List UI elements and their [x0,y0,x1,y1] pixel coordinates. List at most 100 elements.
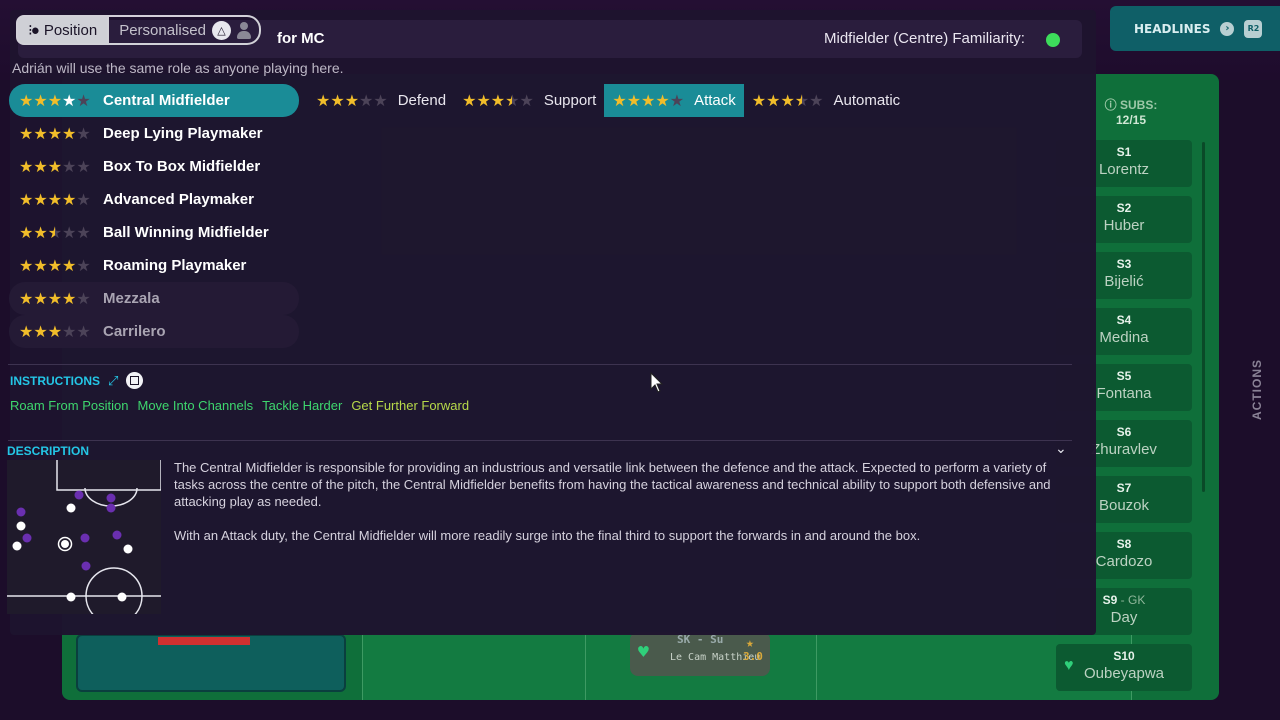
star-full-icon: ★ [344,92,360,110]
subs-header: ⓘ SUBS: 12/15 [1096,96,1166,127]
star-potential-icon: ★ [62,92,77,110]
star-full-icon: ★ [62,125,77,143]
star-full-icon: ★ [62,257,77,275]
headlines-label: HEADLINES [1134,21,1211,36]
condition-bar [158,637,250,645]
mouse-cursor-icon [650,372,664,393]
star-full-icon: ★ [33,290,48,308]
duty-rating: ★★★★★ [316,91,388,111]
star-empty-icon: ★ [76,323,91,341]
role-name: Mezzala [103,290,160,307]
role-name: Roaming Playmaker [103,257,247,274]
role-item[interactable]: ★★★★★ Central Midfielder [9,84,299,117]
tab-position[interactable]: ⁝● Position [16,15,110,45]
player-chip-rating: 3.0 [743,650,763,663]
role-movement-diagram [7,460,161,614]
duty-option[interactable]: ★★★★★ Support [454,84,604,117]
star-full-icon: ★ [462,92,477,110]
actions-label[interactable]: ACTIONS [1250,359,1264,420]
star-full-icon: ★ [62,191,77,209]
role-item[interactable]: ★★★★★ Roaming Playmaker [9,249,299,282]
heart-icon: ♥ [638,642,649,663]
star-full-icon: ★ [33,158,48,176]
duty-label: Automatic [833,92,901,109]
star-full-icon: ★ [476,92,491,110]
role-subtitle: Adrián will use the same role as anyone … [12,60,344,76]
star-empty-icon: ★ [373,92,388,110]
triangle-button-icon: △ [211,20,231,40]
star-empty-icon: ★ [809,92,824,110]
duty-label: Defend [397,92,447,109]
role-name: Advanced Playmaker [103,191,254,208]
role-item[interactable]: ★★★★★ Box To Box Midfielder [9,150,299,183]
familiarity-label: Midfielder (Centre) Familiarity: [824,30,1025,47]
role-item[interactable]: ★★★★★ Carrilero [9,315,299,348]
subs-label: ⓘ SUBS: [1104,98,1158,112]
role-name: Ball Winning Midfielder [103,224,269,241]
subs-scrollbar[interactable] [1202,142,1205,492]
tab-personalised-label: Personalised [119,21,206,39]
role-name: Central Midfielder [103,92,230,109]
star-full-icon: ★ [612,92,627,110]
headlines-button[interactable]: HEADLINES › R2 [1110,6,1280,51]
role-rating: ★★★★★ [19,91,103,111]
duty-option[interactable]: ★★★★★ Automatic [744,84,908,117]
star-full-icon: ★ [626,92,642,110]
role-rating: ★★★★★ [19,157,103,177]
familiarity-indicator [1046,33,1060,47]
star-full-icon: ★ [33,191,48,209]
substitute-card[interactable]: ♥ S10 Oubeyapwa [1056,644,1192,691]
star-full-icon: ★ [316,92,331,110]
star-full-icon: ★ [19,125,34,143]
role-list: ★★★★★ Central Midfielder ★★★★★ Deep Lying P… [9,84,299,348]
instruction-item: Roam From Position [10,398,129,413]
instructions-title: INSTRUCTIONS [10,373,100,388]
tab-personalised[interactable]: Personalised △ [109,15,261,45]
formation-icon: ⁝● [28,22,40,39]
instruction-item: Get Further Forward [351,398,470,413]
duty-selector: ★★★★★ Defend ★★★★★ Support ★★★★★ Attack ★★★★★ A… [308,84,908,117]
star-full-icon: ★ [47,290,63,308]
star-full-icon: ★ [19,191,34,209]
star-full-icon: ★ [47,92,63,110]
player-chip-goalkeeper[interactable]: ♥ SK - Su Le Cam Matthieu ★ 3.0 [630,632,770,676]
role-rating: ★★★★★ [19,223,103,243]
role-description: The Central Midfielder is responsible fo… [174,459,1074,544]
star-full-icon: ★ [47,191,63,209]
role-item[interactable]: ★★★★★ Ball Winning Midfielder [9,216,299,249]
star-full-icon: ★ [330,92,345,110]
star-half-icon: ★ [794,92,810,110]
star-full-icon: ★ [490,92,506,110]
expand-icon[interactable]: ⤢ [108,373,118,389]
duty-label: Support [543,92,597,109]
star-empty-icon: ★ [76,125,91,143]
role-rating: ★★★★★ [19,124,103,144]
role-item[interactable]: ★★★★★ Mezzala [9,282,299,315]
duty-label: Attack [694,92,736,109]
role-item[interactable]: ★★★★★ Advanced Playmaker [9,183,299,216]
duty-rating: ★★★★★ [462,91,534,111]
star-empty-icon: ★ [62,323,77,341]
star-full-icon: ★ [19,257,34,275]
role-item[interactable]: ★★★★★ Deep Lying Playmaker [9,117,299,150]
star-empty-icon: ★ [76,290,91,308]
duty-rating: ★★★★★ [612,91,684,111]
star-full-icon: ★ [33,257,48,275]
chevron-down-icon[interactable]: ⌄ [1055,440,1067,457]
star-full-icon: ★ [33,224,48,242]
star-full-icon: ★ [19,323,34,341]
description-paragraph: The Central Midfielder is responsible fo… [174,460,1051,509]
instruction-item: Tackle Harder [262,398,343,413]
star-full-icon: ★ [19,92,34,110]
description-title: DESCRIPTION [7,444,90,458]
duty-option[interactable]: ★★★★★ Attack [604,84,744,117]
star-full-icon: ★ [47,323,63,341]
square-button-icon[interactable] [126,372,144,389]
star-full-icon: ★ [19,224,34,242]
role-name: Box To Box Midfielder [103,158,261,175]
duty-option[interactable]: ★★★★★ Defend [308,84,454,117]
person-icon [236,21,251,39]
heart-icon: ♥ [1064,657,1074,674]
star-full-icon: ★ [47,125,63,143]
star-empty-icon: ★ [76,257,91,275]
